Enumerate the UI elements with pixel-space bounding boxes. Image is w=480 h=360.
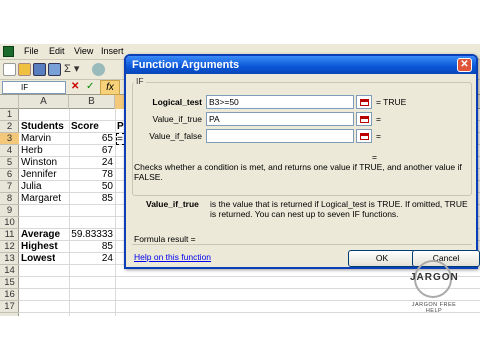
column-header-b[interactable]: B xyxy=(69,95,115,109)
jargon-logo: JARGON JARGON FREE HELP xyxy=(404,260,464,314)
row-header[interactable]: 10 xyxy=(0,217,19,229)
value-if-false-result: = xyxy=(376,131,381,141)
cell-score[interactable]: 24 xyxy=(69,157,113,169)
dialog-title-bar[interactable]: Function Arguments ✕ xyxy=(126,56,476,74)
close-icon[interactable]: ✕ xyxy=(457,58,472,72)
arg-label-value-if-false: Value_if_false xyxy=(149,131,202,141)
row-header[interactable]: 4 xyxy=(0,145,19,157)
cell-name[interactable]: Jennifer xyxy=(21,169,57,181)
cell-score[interactable]: 65 xyxy=(69,133,113,145)
excel-app-icon[interactable] xyxy=(3,46,14,57)
cell-name[interactable]: Marvin xyxy=(21,133,51,145)
help-icon[interactable] xyxy=(92,63,105,76)
cancel-formula-icon[interactable]: ✕ xyxy=(71,81,79,92)
column-header-a[interactable]: A xyxy=(19,95,69,109)
arg-label-logical-test: Logical_test xyxy=(152,97,202,107)
collapse-dialog-icon[interactable] xyxy=(356,112,372,126)
name-box[interactable]: IF xyxy=(2,81,66,94)
row-header[interactable]: 6 xyxy=(0,169,19,181)
open-icon[interactable] xyxy=(18,63,31,76)
screen: { "app": {"name_box": "IF"}, "menu": {"f… xyxy=(0,0,480,360)
cell-score[interactable]: 67 xyxy=(69,145,113,157)
function-description: Checks whether a condition is met, and r… xyxy=(134,162,462,182)
collapse-dialog-icon[interactable] xyxy=(356,129,372,143)
cell-average-label[interactable]: Average xyxy=(21,229,60,241)
row-header[interactable]: 11 xyxy=(0,229,19,241)
value-if-true-input[interactable]: PA xyxy=(206,112,354,126)
row-header-selected[interactable]: 3 xyxy=(0,133,19,145)
menu-view[interactable]: View xyxy=(74,46,93,56)
arg-label-value-if-true: Value_if_true xyxy=(152,114,202,124)
row-header[interactable]: 15 xyxy=(0,277,19,289)
cell-score[interactable]: 78 xyxy=(69,169,113,181)
function-name: IF xyxy=(134,76,146,86)
function-arguments-dialog: Function Arguments ✕ IF Logical_test B3>… xyxy=(124,54,480,269)
logo-subtitle: JARGON FREE HELP xyxy=(411,302,457,314)
enter-formula-icon[interactable]: ✓ xyxy=(86,81,94,92)
logical-test-result: = TRUE xyxy=(376,97,407,107)
cell-highest-label[interactable]: Highest xyxy=(21,241,58,253)
formula-result: Formula result = xyxy=(134,234,196,244)
print-icon[interactable] xyxy=(48,63,61,76)
row-header[interactable]: 9 xyxy=(0,205,19,217)
autosum-icon[interactable]: Σ ▾ xyxy=(64,62,79,75)
arg-help-label: Value_if_true xyxy=(146,199,199,209)
cell-score[interactable]: 50 xyxy=(69,181,113,193)
cell-average-value[interactable]: 59.83333 xyxy=(69,229,113,241)
value-if-false-input[interactable] xyxy=(206,129,354,143)
save-icon[interactable] xyxy=(33,63,46,76)
cell-b2[interactable]: Score xyxy=(71,121,99,133)
value-if-true-result: = xyxy=(376,114,381,124)
row-header[interactable]: 2 xyxy=(0,121,19,133)
row-header[interactable]: 7 xyxy=(0,181,19,193)
row-header[interactable]: 13 xyxy=(0,253,19,265)
insert-function-icon[interactable]: fx xyxy=(100,80,120,95)
logical-test-input[interactable]: B3>=50 xyxy=(206,95,354,109)
cell-lowest-value[interactable]: 24 xyxy=(69,253,113,265)
collapse-dialog-icon[interactable] xyxy=(356,95,372,109)
row-header[interactable]: 8 xyxy=(0,193,19,205)
row-header[interactable]: 17 xyxy=(0,301,19,313)
select-all-corner[interactable] xyxy=(0,95,19,109)
row-header[interactable]: 12 xyxy=(0,241,19,253)
dialog-title: Function Arguments xyxy=(132,59,240,71)
cell-highest-value[interactable]: 85 xyxy=(69,241,113,253)
row-header[interactable]: 14 xyxy=(0,265,19,277)
cell-lowest-label[interactable]: Lowest xyxy=(21,253,55,265)
dialog-separator xyxy=(132,244,472,245)
row-header[interactable]: 16 xyxy=(0,289,19,301)
menu-insert[interactable]: Insert xyxy=(101,46,124,56)
row-header[interactable]: 1 xyxy=(0,109,19,121)
new-icon[interactable] xyxy=(3,63,16,76)
function-result: = xyxy=(372,152,377,162)
cell-name[interactable]: Julia xyxy=(21,181,42,193)
cell-name[interactable]: Margaret xyxy=(21,193,61,205)
cell-a2[interactable]: Students xyxy=(21,121,64,133)
row-header[interactable]: 5 xyxy=(0,157,19,169)
arg-help-text: is the value that is returned if Logical… xyxy=(210,199,468,219)
help-on-function-link[interactable]: Help on this function xyxy=(134,252,211,262)
cell-name[interactable]: Winston xyxy=(21,157,57,169)
row-headers: 1 2 3 4 5 6 7 8 9 10 11 12 13 14 15 16 1… xyxy=(0,109,19,316)
menu-edit[interactable]: Edit xyxy=(49,46,65,56)
menu-file[interactable]: File xyxy=(24,46,39,56)
logo-text: JARGON xyxy=(410,272,459,283)
cell-score[interactable]: 85 xyxy=(69,193,113,205)
cell-name[interactable]: Herb xyxy=(21,145,43,157)
